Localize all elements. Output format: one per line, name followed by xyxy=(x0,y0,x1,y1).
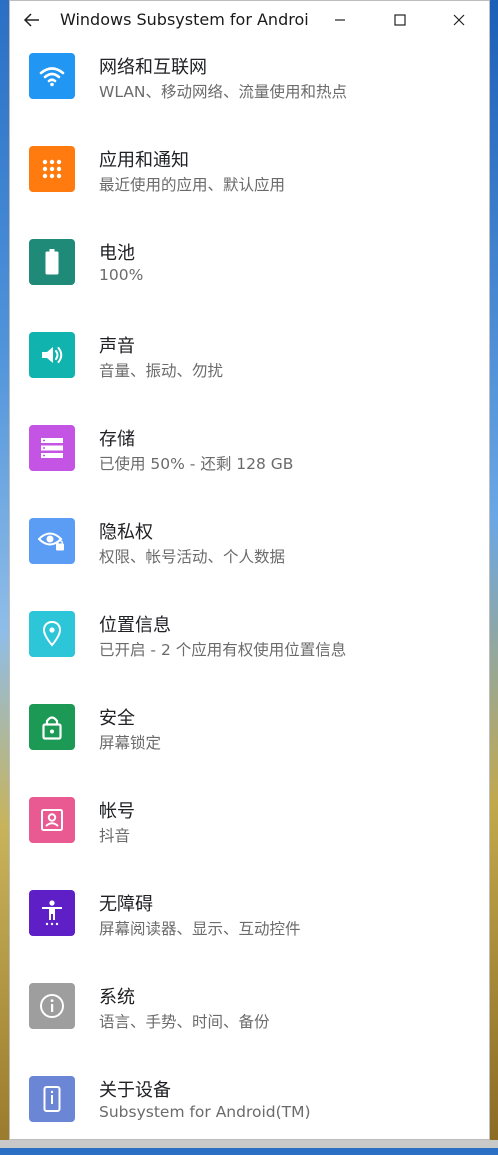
settings-item-apps[interactable]: 应用和通知 最近使用的应用、默认应用 xyxy=(10,132,489,225)
settings-item-subtitle: WLAN、移动网络、流量使用和热点 xyxy=(99,83,348,101)
window-title: Windows Subsystem for Androi... xyxy=(60,10,310,29)
storage-icon xyxy=(29,425,75,471)
settings-item-title: 声音 xyxy=(99,336,135,357)
accessibility-icon xyxy=(29,890,75,936)
settings-item-subtitle: 屏幕锁定 xyxy=(99,734,162,752)
settings-item-subtitle: 语言、手势、时间、备份 xyxy=(99,1013,270,1031)
settings-item-title: 网络和互联网 xyxy=(99,57,207,78)
settings-item-subtitle: Subsystem for Android(TM) xyxy=(99,1103,311,1121)
info-icon xyxy=(29,983,75,1029)
settings-item-title: 存储 xyxy=(99,429,135,450)
settings-item-title: 安全 xyxy=(99,708,135,729)
settings-item-subtitle: 已开启 - 2 个应用有权使用位置信息 xyxy=(99,641,347,659)
settings-item-account[interactable]: 帐号 抖音 xyxy=(10,783,489,876)
settings-item-title: 系统 xyxy=(99,987,135,1008)
minimize-icon[interactable] xyxy=(328,8,352,32)
settings-item-storage[interactable]: 存储 已使用 50% - 还剩 128 GB xyxy=(10,411,489,504)
privacy-eye-icon xyxy=(29,518,75,564)
settings-item-accessibility[interactable]: 无障碍 屏幕阅读器、显示、互动控件 xyxy=(10,876,489,969)
settings-item-title: 应用和通知 xyxy=(99,150,189,171)
settings-item-title: 隐私权 xyxy=(99,522,153,543)
settings-item-title: 电池 xyxy=(99,243,135,264)
settings-item-sound[interactable]: 声音 音量、振动、勿扰 xyxy=(10,318,489,411)
settings-item-subtitle: 100% xyxy=(99,266,144,284)
settings-item-title: 无障碍 xyxy=(99,894,153,915)
settings-item-network[interactable]: 网络和互联网 WLAN、移动网络、流量使用和热点 xyxy=(10,39,489,132)
settings-item-privacy[interactable]: 隐私权 权限、帐号活动、个人数据 xyxy=(10,504,489,597)
settings-item-title: 帐号 xyxy=(99,801,135,822)
wifi-icon xyxy=(29,53,75,99)
back-arrow-icon[interactable] xyxy=(22,10,42,30)
maximize-icon[interactable] xyxy=(388,8,412,32)
settings-item-location[interactable]: 位置信息 已开启 - 2 个应用有权使用位置信息 xyxy=(10,597,489,690)
settings-item-subtitle: 抖音 xyxy=(99,827,131,845)
battery-icon xyxy=(29,239,75,285)
lock-icon xyxy=(29,704,75,750)
settings-item-subtitle: 权限、帐号活动、个人数据 xyxy=(99,548,286,566)
settings-item-title: 位置信息 xyxy=(99,615,171,636)
volume-icon xyxy=(29,332,75,378)
location-pin-icon xyxy=(29,611,75,657)
app-window: Windows Subsystem for Androi... 网络和互联网 W… xyxy=(9,0,490,1140)
settings-item-subtitle: 音量、振动、勿扰 xyxy=(99,362,224,380)
apps-grid-icon xyxy=(29,146,75,192)
settings-item-battery[interactable]: 电池 100% xyxy=(10,225,489,318)
settings-item-about[interactable]: 关于设备 Subsystem for Android(TM) xyxy=(10,1062,489,1155)
title-bar: Windows Subsystem for Androi... xyxy=(10,1,489,39)
phone-device-icon xyxy=(29,1076,75,1122)
settings-item-title: 关于设备 xyxy=(99,1080,171,1101)
settings-item-system[interactable]: 系统 语言、手势、时间、备份 xyxy=(10,969,489,1062)
settings-item-security[interactable]: 安全 屏幕锁定 xyxy=(10,690,489,783)
close-icon[interactable] xyxy=(447,8,471,32)
settings-item-subtitle: 最近使用的应用、默认应用 xyxy=(99,176,286,194)
settings-item-subtitle: 已使用 50% - 还剩 128 GB xyxy=(99,455,294,473)
account-box-icon xyxy=(29,797,75,843)
settings-item-subtitle: 屏幕阅读器、显示、互动控件 xyxy=(99,920,301,938)
